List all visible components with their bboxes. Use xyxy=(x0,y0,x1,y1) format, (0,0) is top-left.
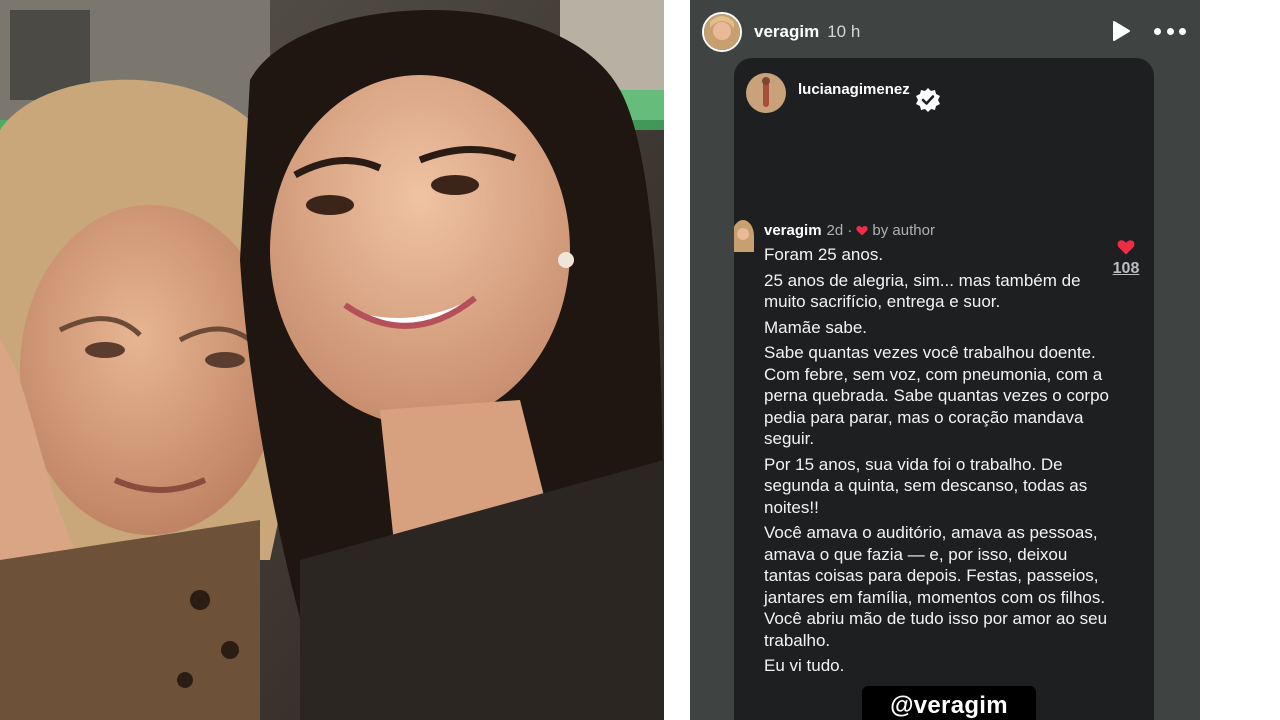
like-count[interactable]: 108 xyxy=(1108,260,1144,278)
comment-paragraph: Por 15 anos, sua vida foi o trabalho. De… xyxy=(764,454,1088,517)
shared-post-header: lucianagimenez xyxy=(734,58,1154,128)
story-timestamp: 10 h xyxy=(827,22,861,41)
shared-post-avatar[interactable] xyxy=(746,73,786,113)
mention-sticker[interactable]: @veragim xyxy=(862,686,1036,720)
more-options-icon[interactable] xyxy=(1154,20,1186,42)
verified-badge-icon xyxy=(915,88,940,112)
shared-post-username[interactable]: lucianagimenez xyxy=(798,81,910,98)
comment-paragraph: Eu vi tudo. xyxy=(764,656,845,675)
comment-paragraph: 25 anos de alegria, sim... mas também de… xyxy=(764,270,1081,312)
story-avatar[interactable] xyxy=(702,12,742,52)
play-icon[interactable] xyxy=(1110,20,1132,42)
story-username[interactable]: veragim xyxy=(754,22,819,42)
photo-two-women xyxy=(0,0,664,720)
mention-sticker-text: @veragim xyxy=(890,692,1008,719)
comment-header: veragim 2d · by author xyxy=(764,222,935,239)
instagram-story: veragim 10 h lucianagimenez veragim 2d ·… xyxy=(690,0,1200,720)
comment-avatar[interactable] xyxy=(734,220,754,252)
liked-by-author-heart-icon xyxy=(856,226,869,236)
by-author-label: by author xyxy=(872,222,935,239)
comment-like: 108 xyxy=(1108,239,1144,278)
screen: veragim 10 h lucianagimenez veragim 2d ·… xyxy=(0,0,1280,720)
comment-username[interactable]: veragim xyxy=(764,222,822,239)
story-header: veragim 10 h xyxy=(690,0,1200,64)
comment-paragraph: Sabe quantas vezes você trabalhou doente… xyxy=(764,343,1109,448)
comment-text: Foram 25 anos. 25 anos de alegria, sim..… xyxy=(764,244,1109,681)
comment-paragraph: Mamãe sabe. xyxy=(764,317,867,337)
comment-age: 2d · xyxy=(826,222,853,239)
comment-paragraph: Foram 25 anos. xyxy=(764,245,884,264)
comment-paragraph: Você amava o auditório, amava as pessoas… xyxy=(764,523,1108,650)
heart-icon[interactable] xyxy=(1117,239,1135,255)
shared-post-card[interactable]: lucianagimenez veragim 2d · by author Fo… xyxy=(734,58,1154,720)
story-controls xyxy=(1110,20,1186,42)
